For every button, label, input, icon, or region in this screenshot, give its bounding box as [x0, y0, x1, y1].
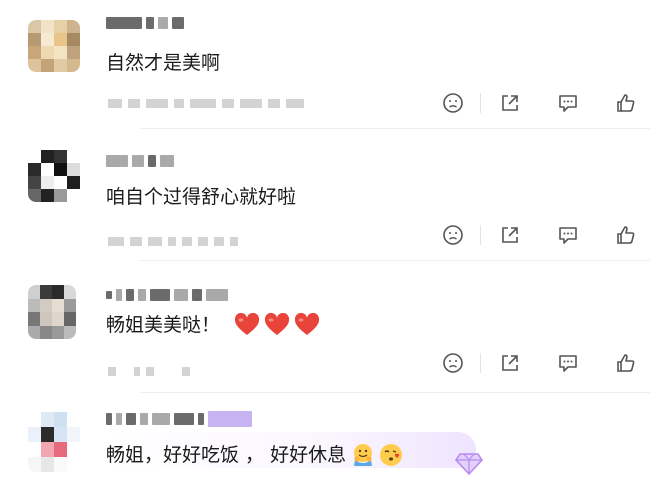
username-redacted[interactable]: [106, 154, 174, 168]
like-icon[interactable]: [613, 222, 639, 248]
comment-meta-redacted: [108, 236, 238, 246]
share-icon[interactable]: [497, 222, 523, 248]
avatar[interactable]: [28, 412, 80, 472]
reply-icon[interactable]: [555, 350, 581, 376]
avatar[interactable]: [28, 20, 80, 72]
like-icon[interactable]: [613, 350, 639, 376]
username-redacted[interactable]: [106, 288, 228, 302]
avatar[interactable]: [28, 150, 80, 202]
heart-emoji: [234, 312, 260, 335]
dislike-icon[interactable]: [440, 90, 466, 116]
reply-icon[interactable]: [555, 222, 581, 248]
comment-text-label: 畅姐，好好吃饭 ， 好好休息: [106, 444, 347, 466]
comment-actions: [440, 90, 639, 116]
comment-text: 自然才是美啊: [106, 52, 221, 74]
comment-actions: [440, 222, 639, 248]
heart-emoji: [264, 312, 290, 335]
hug-emoji: [350, 442, 374, 466]
comment-actions: [440, 350, 639, 376]
reply-icon[interactable]: [555, 90, 581, 116]
comment-meta-redacted: [108, 98, 304, 108]
like-icon[interactable]: [613, 90, 639, 116]
share-icon[interactable]: [497, 350, 523, 376]
divider: [140, 392, 650, 393]
divider: [140, 128, 650, 129]
comment-text-label: 畅姐美美哒！: [106, 314, 221, 336]
comment-text: 畅姐，好好吃饭 ， 好好休息: [106, 440, 403, 467]
vip-badge-icon: [454, 450, 484, 476]
comment-text: 畅姐美美哒！: [106, 310, 320, 337]
avatar[interactable]: [28, 285, 76, 339]
comment-meta-redacted: [108, 366, 190, 376]
divider: [140, 260, 650, 261]
username-redacted[interactable]: [106, 16, 184, 30]
share-icon[interactable]: [497, 90, 523, 116]
dislike-icon[interactable]: [440, 222, 466, 248]
heart-emoji: [294, 312, 320, 335]
kiss-emoji: [378, 442, 403, 466]
comment-text: 咱自个过得舒心就好啦: [106, 186, 297, 208]
dislike-icon[interactable]: [440, 350, 466, 376]
username-redacted[interactable]: [106, 411, 252, 427]
